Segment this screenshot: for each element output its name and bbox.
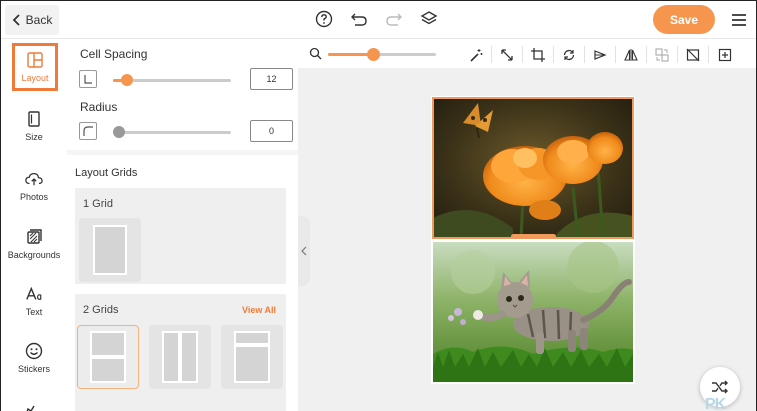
two-grids-section: 2 Grids View All <box>75 294 286 411</box>
zoom-knob[interactable] <box>367 48 381 61</box>
left-rail: Layout Size Photos Backgrounds Text Stic… <box>1 40 67 411</box>
one-grid-label: 1 Grid <box>83 198 113 210</box>
layout-panel: Cell Spacing 12 Radius 0 Layout Grids 1 … <box>67 40 298 411</box>
radius-input[interactable]: 0 <box>250 120 293 142</box>
radius-track[interactable] <box>113 131 231 134</box>
cell-spacing-slider-row: 12 <box>79 68 293 92</box>
flower-butterfly-photo <box>433 98 633 238</box>
magic-wand-icon[interactable] <box>461 46 492 63</box>
radius-label: Radius <box>80 100 118 114</box>
remove-image-icon[interactable] <box>678 46 709 63</box>
cell-spacing-knob[interactable] <box>121 74 134 86</box>
rotate-icon[interactable] <box>554 46 585 63</box>
watermark: PK <box>705 396 726 411</box>
layout-icon <box>27 52 43 68</box>
grid-1-option[interactable] <box>79 218 141 282</box>
back-label: Back <box>25 13 53 27</box>
collage-cell-kitten[interactable] <box>433 242 633 382</box>
rail-item-photos[interactable]: Photos <box>1 160 67 212</box>
rail-item-stickers[interactable]: Stickers <box>1 332 67 384</box>
two-grids-label: 2 Grids <box>83 304 119 316</box>
cell-spacing-input[interactable]: 12 <box>250 68 293 90</box>
redo-icon[interactable] <box>384 9 404 29</box>
grid-2-vertical-option[interactable] <box>149 325 211 389</box>
crop-icon[interactable] <box>523 46 554 63</box>
size-icon <box>28 111 40 127</box>
rail-item-label: Photos <box>19 192 49 202</box>
cell-spacing-label: Cell Spacing <box>80 47 148 61</box>
rail-item-layout[interactable]: Layout <box>12 43 58 91</box>
kitten-photo <box>433 242 633 382</box>
collage-cell-flowers[interactable] <box>432 97 634 239</box>
layout-grids-title: Layout Grids <box>75 167 138 179</box>
chevron-left-icon <box>12 14 20 26</box>
menu-icon[interactable] <box>730 11 748 29</box>
text-icon <box>26 286 42 300</box>
rail-item-label: Layout <box>21 73 49 83</box>
resize-icon[interactable] <box>492 46 523 63</box>
add-icon[interactable] <box>709 46 740 63</box>
rail-item-size[interactable]: Size <box>1 100 67 152</box>
mirror-icon[interactable] <box>616 46 647 63</box>
zoom-icon <box>309 47 322 65</box>
save-button[interactable]: Save <box>653 5 715 34</box>
layers-icon[interactable] <box>419 9 439 29</box>
rail-item-text[interactable]: Text <box>1 275 67 327</box>
canvas-toolbar <box>298 40 756 68</box>
rail-item-label: Size <box>25 132 43 142</box>
undo-icon[interactable] <box>349 9 369 29</box>
help-icon[interactable] <box>314 9 334 29</box>
radius-slider-row: 0 <box>79 120 293 144</box>
spacing-card: Cell Spacing 12 Radius 0 <box>67 40 298 150</box>
rail-item-backgrounds[interactable]: Backgrounds <box>1 218 67 270</box>
chevron-left-icon <box>301 246 307 256</box>
smiley-icon <box>25 342 43 360</box>
radius-knob[interactable] <box>113 126 125 138</box>
collage-canvas <box>431 96 635 384</box>
canvas-tools <box>461 46 740 63</box>
rail-item-label: Text <box>25 307 43 317</box>
collapse-panel-button[interactable] <box>298 216 310 286</box>
top-actions <box>314 9 439 29</box>
grid-2-horizontal-option[interactable] <box>77 325 139 389</box>
back-button[interactable]: Back <box>5 5 59 35</box>
spacing-icon <box>79 70 97 88</box>
rail-item-label: Backgrounds <box>7 250 61 260</box>
cloud-upload-icon <box>25 172 43 186</box>
cell-resize-handle[interactable] <box>511 234 556 239</box>
rail-item-label: Stickers <box>17 364 50 374</box>
top-bar: Back Save <box>1 1 756 39</box>
view-all-link[interactable]: View All <box>242 305 276 315</box>
radius-icon <box>79 122 97 140</box>
layout-grids-card: Layout Grids 1 Grid 2 Grids View All <box>67 155 298 411</box>
replace-icon[interactable] <box>647 46 678 63</box>
more-rail-icon <box>25 402 37 411</box>
flip-icon[interactable] <box>585 46 616 63</box>
backgrounds-icon <box>27 229 42 244</box>
shuffle-icon <box>712 380 728 394</box>
grid-2-top-option[interactable] <box>221 325 283 389</box>
one-grid-section: 1 Grid <box>75 188 286 284</box>
